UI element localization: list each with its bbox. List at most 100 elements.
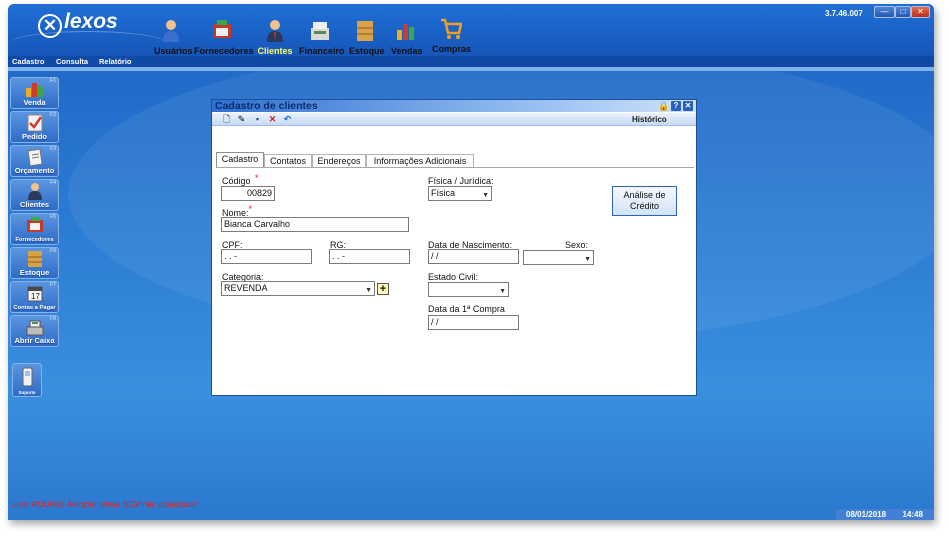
menu-bar: Cadastro Consulta Relatório <box>8 56 934 67</box>
sidebar-item-fornecedores[interactable]: F5 Fornecedores <box>10 213 59 245</box>
history-link[interactable]: Histórico <box>632 115 667 124</box>
tab-contatos[interactable]: Contatos <box>264 154 312 168</box>
tab-enderecos[interactable]: Endereços <box>312 154 366 168</box>
stock-icon <box>357 21 373 41</box>
suppliers-icon <box>27 217 43 232</box>
codigo-label-text: Código <box>222 176 251 186</box>
categoria-value: REVENDA <box>224 283 268 293</box>
app-logo: ✕ lexos <box>38 10 118 38</box>
status-datetime: 08/01/2018 14:48 <box>836 509 934 520</box>
sidebar-item-label: Fornecedores <box>15 237 54 243</box>
categoria-select[interactable]: REVENDA ▼ <box>221 281 375 296</box>
module-label: Clientes <box>257 46 293 56</box>
sidebar-item-clientes[interactable]: F4 Clientes <box>10 179 59 211</box>
customer-registration-dialog: Cadastro de clientes 🔒 ? ✕ 🗋 ✎ ▪ ✕ ↶ His… <box>211 99 697 396</box>
chevron-down-icon: ▼ <box>482 192 489 199</box>
undo-icon[interactable]: ↶ <box>283 115 292 124</box>
tab-cadastro[interactable]: Cadastro <box>216 152 264 168</box>
app-version: 3.7.46.007 <box>825 9 863 18</box>
app-header: ✕ lexos Usuários Fornecedores Clientes Fi… <box>8 4 934 56</box>
support-label: Suporte <box>18 390 36 395</box>
tab-informacoes-adicionais[interactable]: Informações Adicionais <box>366 154 474 168</box>
sales-icon <box>26 83 43 97</box>
shortcut-key: F7 <box>50 282 56 288</box>
shortcut-key: F2 <box>50 112 56 118</box>
sidebar-item-abrir-caixa[interactable]: F8 Abrir Caixa <box>10 315 59 347</box>
clients-icon <box>267 20 283 42</box>
minimize-button[interactable]: — <box>874 6 895 18</box>
sidebar-item-contas-a-pagar[interactable]: F7 17 Contas a Pagar <box>10 281 59 313</box>
users-icon <box>163 20 179 42</box>
primeira-compra-field[interactable]: / / <box>428 315 519 330</box>
finance-icon <box>311 22 329 40</box>
sidebar-item-label: Estoque <box>19 268 50 277</box>
support-button[interactable]: Suporte <box>12 363 42 397</box>
module-usuarios[interactable]: Usuários <box>154 18 193 56</box>
module-clientes[interactable]: Clientes <box>257 18 293 56</box>
sidebar-item-label: Pedido <box>21 132 47 141</box>
suppliers-icon <box>213 20 231 38</box>
cpf-field[interactable]: . . - <box>221 249 312 264</box>
module-fornecedores[interactable]: Fornecedores <box>194 18 254 56</box>
nome-field[interactable]: Bianca Carvalho <box>221 217 409 232</box>
desktop-window: ✕ lexos Usuários Fornecedores Clientes Fi… <box>8 4 934 520</box>
delete-icon[interactable]: ✕ <box>268 115 277 124</box>
rg-field[interactable]: . . - <box>329 249 410 264</box>
sidebar-item-label: Venda <box>23 98 46 107</box>
dialog-close-button[interactable]: ✕ <box>683 101 693 111</box>
help-button[interactable]: ? <box>671 101 681 111</box>
module-compras[interactable]: Compras <box>432 16 472 54</box>
module-financeiro[interactable]: Financeiro <box>299 18 345 56</box>
nascimento-field[interactable]: / / <box>428 249 519 264</box>
sidebar-item-label: Abrir Caixa <box>14 336 55 345</box>
primeira-compra-label: Data da 1ª Compra <box>428 304 505 314</box>
menu-stripe <box>8 67 934 71</box>
required-marker: * <box>248 204 253 214</box>
tipo-value: Física <box>431 188 456 198</box>
sidebar-item-orcamento[interactable]: F3 Orçamento <box>10 145 59 177</box>
shortcut-key: F5 <box>50 214 56 220</box>
codigo-field[interactable]: 00829 <box>221 186 275 201</box>
shortcut-key: F6 <box>50 248 56 254</box>
sidebar-item-estoque[interactable]: F6 Estoque <box>10 247 59 279</box>
sidebar-item-pedido[interactable]: F2 Pedido <box>10 111 59 143</box>
credit-analysis-button[interactable]: Análise de Crédito <box>612 186 677 216</box>
menu-cadastro[interactable]: Cadastro <box>12 57 45 66</box>
dialog-title: Cadastro de clientes <box>215 100 318 112</box>
sidebar-item-label: Clientes <box>19 200 50 209</box>
save-icon[interactable]: ▪ <box>253 115 262 124</box>
estado-civil-select[interactable]: ▼ <box>428 282 509 297</box>
cash-register-icon <box>26 320 44 336</box>
sexo-label: Sexo: <box>565 240 589 250</box>
tipo-select[interactable]: Física ▼ <box>428 186 492 201</box>
sidebar-item-label: Orçamento <box>14 166 55 175</box>
status-date: 08/01/2018 <box>846 510 887 519</box>
quote-icon <box>27 148 43 166</box>
new-document-icon[interactable]: 🗋 <box>222 115 231 124</box>
module-vendas[interactable]: Vendas <box>391 18 423 56</box>
stock-icon <box>28 251 42 267</box>
required-marker: * <box>255 173 259 183</box>
module-label: Compras <box>432 44 472 54</box>
add-category-button[interactable]: + <box>377 283 389 295</box>
menu-relatorio[interactable]: Relatório <box>99 57 132 66</box>
maximize-button[interactable]: □ <box>895 6 911 18</box>
estado-civil-label: Estado Civil: <box>428 272 479 282</box>
edit-icon[interactable]: ✎ <box>237 115 246 124</box>
menu-consulta[interactable]: Consulta <box>56 57 88 66</box>
logo-x-icon: ✕ <box>38 14 62 38</box>
status-bar: Loja: ROUPAS Atenção tabela NCM não atua… <box>8 494 934 520</box>
sexo-select[interactable]: ▼ <box>523 250 594 265</box>
chevron-down-icon: ▼ <box>365 287 372 294</box>
sidebar-item-venda[interactable]: F1 Venda <box>10 77 59 109</box>
status-message: Loja: ROUPAS Atenção tabela NCM não atua… <box>12 500 197 509</box>
tab-divider <box>216 167 694 168</box>
order-icon <box>27 114 43 132</box>
lock-icon[interactable]: 🔒 <box>658 101 669 111</box>
module-estoque[interactable]: Estoque <box>349 18 385 56</box>
sidebar-item-label: Contas a Pagar <box>13 305 56 311</box>
module-label: Vendas <box>391 46 423 56</box>
clients-icon <box>28 183 42 200</box>
close-button[interactable]: ✕ <box>911 6 930 18</box>
logo-text: lexos <box>64 10 118 33</box>
